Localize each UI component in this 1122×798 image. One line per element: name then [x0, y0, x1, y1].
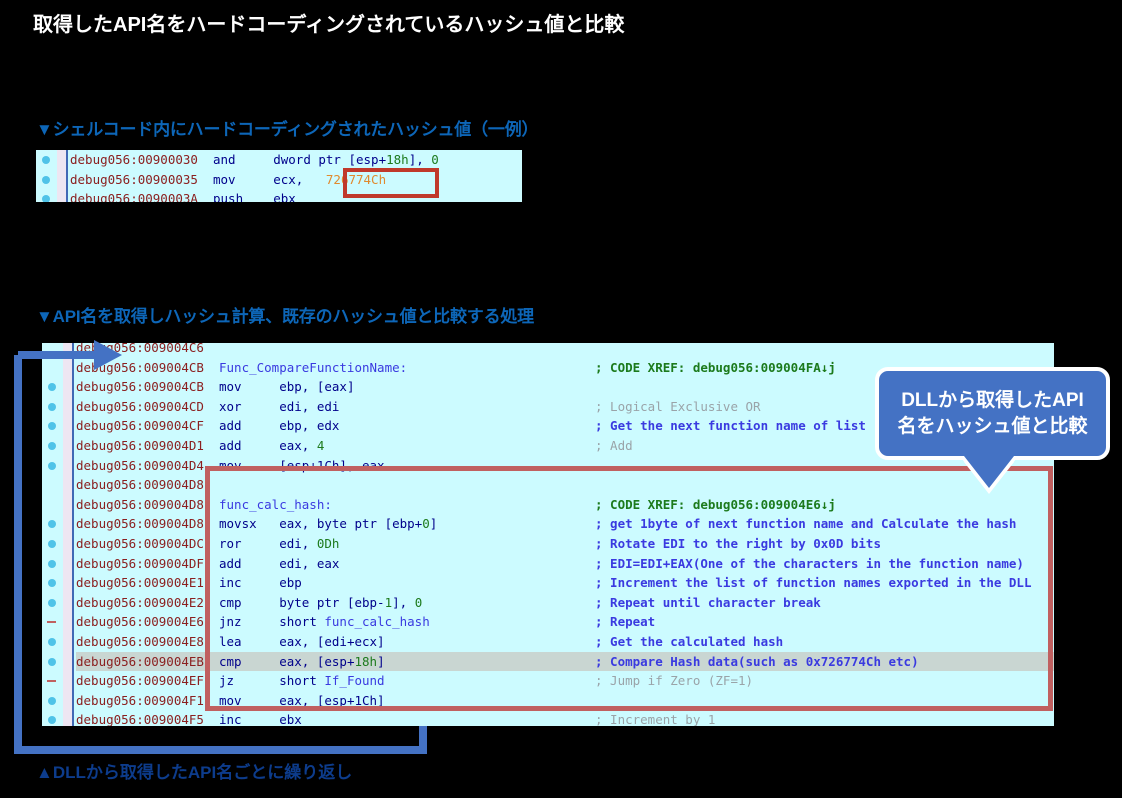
callout-text: DLLから取得したAPI 名をハッシュ値と比較 — [897, 388, 1087, 438]
code-line[interactable]: debug056:0090003A push ebx — [70, 189, 522, 202]
section-heading-compare-process: ▼API名を取得しハッシュ計算、既存のハッシュ値と比較する処理 — [36, 302, 534, 327]
code-rows: debug056:00900030 and dword ptr [esp+18h… — [70, 150, 522, 202]
callout-compare-hash: DLLから取得したAPI 名をハッシュ値と比較 — [875, 367, 1110, 460]
section-heading-hardcoded-hash: ▼シェルコード内にハードコーディングされたハッシュ値（一例） — [36, 115, 538, 140]
hash-constant-highlight-box — [343, 168, 439, 198]
callout-tail-icon — [964, 456, 1014, 488]
code-comment: ; CODE XREF: debug056:009004FA↓j — [595, 358, 836, 378]
footer-loop-label: ▲DLLから取得したAPI名ごとに繰り返し — [36, 758, 352, 783]
code-gutter-strip — [57, 150, 66, 202]
callout-line-2: 名をハッシュ値と比較 — [897, 416, 1087, 437]
slide-root: 取得したAPI名をハードコーディングされているハッシュ値と比較 ▼シェルコード内… — [0, 0, 1122, 798]
code-gutter — [36, 150, 57, 202]
disassembly-block-hardcoded-hash: debug056:00900030 and dword ptr [esp+18h… — [36, 150, 522, 202]
code-gutter-marker — [42, 176, 50, 184]
code-line[interactable]: debug056:00900035 mov ecx, 726774Ch — [70, 170, 522, 190]
callout-line-1: DLLから取得したAPI — [901, 390, 1084, 411]
code-comment: ; Add — [595, 436, 633, 456]
code-comment: ; Get the next function name of list — [595, 416, 866, 436]
loop-arrow-icon — [0, 330, 470, 760]
page-title: 取得したAPI名をハードコーディングされているハッシュ値と比較 — [33, 8, 624, 37]
code-comment: ; Logical Exclusive OR — [595, 397, 761, 417]
code-line[interactable]: debug056:00900030 and dword ptr [esp+18h… — [70, 150, 522, 170]
code-gutter-rule — [66, 150, 68, 202]
code-gutter-marker — [42, 156, 50, 164]
code-comment: ; Increment by 1 — [595, 710, 715, 726]
code-gutter-marker — [42, 195, 50, 202]
